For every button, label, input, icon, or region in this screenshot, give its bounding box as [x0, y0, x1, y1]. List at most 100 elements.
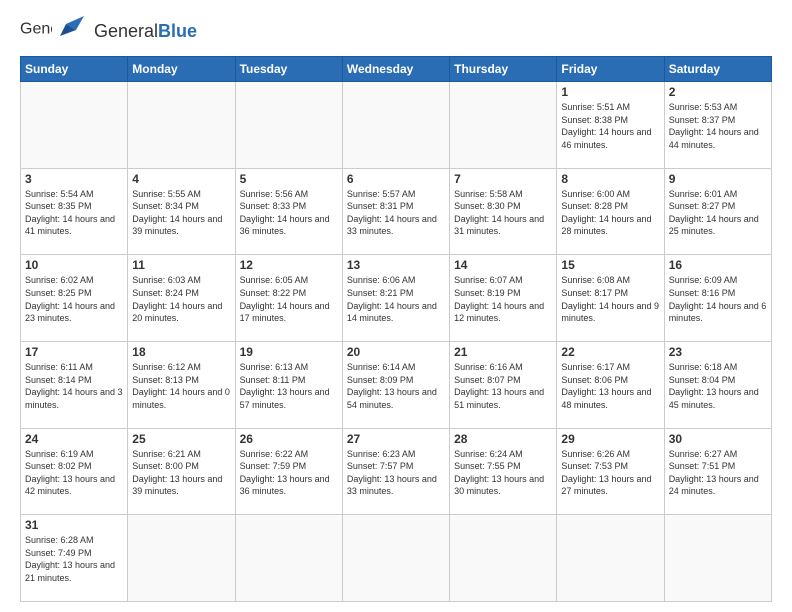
day-number: 2	[669, 85, 767, 99]
calendar-cell: 23 Sunrise: 6:18 AM Sunset: 8:04 PM Dayli…	[664, 341, 771, 428]
day-info: Sunrise: 5:55 AM Sunset: 8:34 PM Dayligh…	[132, 188, 230, 238]
calendar-week-5: 24 Sunrise: 6:19 AM Sunset: 8:02 PM Dayli…	[21, 428, 772, 515]
day-number: 13	[347, 258, 445, 272]
calendar-cell: 5 Sunrise: 5:56 AM Sunset: 8:33 PM Daylig…	[235, 168, 342, 255]
day-info: Sunrise: 6:07 AM Sunset: 8:19 PM Dayligh…	[454, 274, 552, 324]
calendar-cell: 18 Sunrise: 6:12 AM Sunset: 8:13 PM Dayli…	[128, 341, 235, 428]
calendar-cell: 17Sunrise: 6:11 AM Sunset: 8:14 PM Dayli…	[21, 341, 128, 428]
calendar-cell: 2 Sunrise: 5:53 AM Sunset: 8:37 PM Daylig…	[664, 82, 771, 169]
day-info: Sunrise: 6:19 AM Sunset: 8:02 PM Dayligh…	[25, 448, 123, 498]
calendar-week-1: 1Sunrise: 5:51 AM Sunset: 8:38 PM Daylig…	[21, 82, 772, 169]
day-number: 31	[25, 518, 123, 532]
day-info: Sunrise: 6:08 AM Sunset: 8:17 PM Dayligh…	[561, 274, 659, 324]
calendar-cell: 8 Sunrise: 6:00 AM Sunset: 8:28 PM Daylig…	[557, 168, 664, 255]
day-number: 6	[347, 172, 445, 186]
calendar-cell: 19 Sunrise: 6:13 AM Sunset: 8:11 PM Dayli…	[235, 341, 342, 428]
day-info: Sunrise: 5:58 AM Sunset: 8:30 PM Dayligh…	[454, 188, 552, 238]
calendar-cell: 3Sunrise: 5:54 AM Sunset: 8:35 PM Daylig…	[21, 168, 128, 255]
day-info: Sunrise: 6:14 AM Sunset: 8:09 PM Dayligh…	[347, 361, 445, 411]
day-number: 7	[454, 172, 552, 186]
calendar-cell: 28 Sunrise: 6:24 AM Sunset: 7:55 PM Dayli…	[450, 428, 557, 515]
calendar-cell: 20 Sunrise: 6:14 AM Sunset: 8:09 PM Dayli…	[342, 341, 449, 428]
calendar-cell	[235, 82, 342, 169]
day-number: 26	[240, 432, 338, 446]
calendar-cell: 24 Sunrise: 6:19 AM Sunset: 8:02 PM Dayli…	[21, 428, 128, 515]
day-number: 8	[561, 172, 659, 186]
calendar-cell: 10Sunrise: 6:02 AM Sunset: 8:25 PM Dayli…	[21, 255, 128, 342]
day-info: Sunrise: 6:16 AM Sunset: 8:07 PM Dayligh…	[454, 361, 552, 411]
day-number: 20	[347, 345, 445, 359]
day-info: Sunrise: 6:26 AM Sunset: 7:53 PM Dayligh…	[561, 448, 659, 498]
calendar-cell	[557, 515, 664, 602]
day-number: 12	[240, 258, 338, 272]
day-info: Sunrise: 6:09 AM Sunset: 8:16 PM Dayligh…	[669, 274, 767, 324]
day-info: Sunrise: 5:56 AM Sunset: 8:33 PM Dayligh…	[240, 188, 338, 238]
day-number: 29	[561, 432, 659, 446]
calendar-cell: 4 Sunrise: 5:55 AM Sunset: 8:34 PM Daylig…	[128, 168, 235, 255]
calendar-cell: 7 Sunrise: 5:58 AM Sunset: 8:30 PM Daylig…	[450, 168, 557, 255]
day-info: Sunrise: 5:53 AM Sunset: 8:37 PM Dayligh…	[669, 101, 767, 151]
day-number: 9	[669, 172, 767, 186]
day-number: 24	[25, 432, 123, 446]
calendar-cell: 14 Sunrise: 6:07 AM Sunset: 8:19 PM Dayli…	[450, 255, 557, 342]
calendar-cell	[342, 82, 449, 169]
day-number: 18	[132, 345, 230, 359]
day-number: 4	[132, 172, 230, 186]
calendar-cell: 16 Sunrise: 6:09 AM Sunset: 8:16 PM Dayli…	[664, 255, 771, 342]
day-number: 11	[132, 258, 230, 272]
calendar-header-row: SundayMondayTuesdayWednesdayThursdayFrid…	[21, 57, 772, 82]
day-number: 15	[561, 258, 659, 272]
calendar-cell: 25 Sunrise: 6:21 AM Sunset: 8:00 PM Dayli…	[128, 428, 235, 515]
day-number: 27	[347, 432, 445, 446]
day-info: Sunrise: 6:22 AM Sunset: 7:59 PM Dayligh…	[240, 448, 338, 498]
day-number: 28	[454, 432, 552, 446]
calendar-cell	[128, 82, 235, 169]
day-number: 23	[669, 345, 767, 359]
calendar-cell: 12 Sunrise: 6:05 AM Sunset: 8:22 PM Dayli…	[235, 255, 342, 342]
logo: General GeneralBlue	[20, 16, 197, 46]
day-number: 30	[669, 432, 767, 446]
day-info: Sunrise: 6:24 AM Sunset: 7:55 PM Dayligh…	[454, 448, 552, 498]
day-info: Sunrise: 5:51 AM Sunset: 8:38 PM Dayligh…	[561, 101, 659, 151]
calendar-week-4: 17Sunrise: 6:11 AM Sunset: 8:14 PM Dayli…	[21, 341, 772, 428]
day-number: 14	[454, 258, 552, 272]
day-number: 19	[240, 345, 338, 359]
col-header-friday: Friday	[557, 57, 664, 82]
col-header-saturday: Saturday	[664, 57, 771, 82]
day-info: Sunrise: 6:05 AM Sunset: 8:22 PM Dayligh…	[240, 274, 338, 324]
day-info: Sunrise: 6:01 AM Sunset: 8:27 PM Dayligh…	[669, 188, 767, 238]
day-number: 17	[25, 345, 123, 359]
calendar-cell	[21, 82, 128, 169]
day-number: 21	[454, 345, 552, 359]
day-number: 10	[25, 258, 123, 272]
day-info: Sunrise: 6:03 AM Sunset: 8:24 PM Dayligh…	[132, 274, 230, 324]
day-info: Sunrise: 6:13 AM Sunset: 8:11 PM Dayligh…	[240, 361, 338, 411]
day-number: 16	[669, 258, 767, 272]
col-header-sunday: Sunday	[21, 57, 128, 82]
logo-bird-icon	[56, 16, 92, 46]
calendar-header: General GeneralBlue	[20, 16, 772, 46]
day-info: Sunrise: 6:23 AM Sunset: 7:57 PM Dayligh…	[347, 448, 445, 498]
calendar-cell: 31Sunrise: 6:28 AM Sunset: 7:49 PM Dayli…	[21, 515, 128, 602]
calendar-cell: 26 Sunrise: 6:22 AM Sunset: 7:59 PM Dayli…	[235, 428, 342, 515]
day-info: Sunrise: 6:06 AM Sunset: 8:21 PM Dayligh…	[347, 274, 445, 324]
calendar-cell: 15 Sunrise: 6:08 AM Sunset: 8:17 PM Dayli…	[557, 255, 664, 342]
day-info: Sunrise: 5:57 AM Sunset: 8:31 PM Dayligh…	[347, 188, 445, 238]
day-info: Sunrise: 6:00 AM Sunset: 8:28 PM Dayligh…	[561, 188, 659, 238]
calendar-cell: 29 Sunrise: 6:26 AM Sunset: 7:53 PM Dayli…	[557, 428, 664, 515]
day-number: 3	[25, 172, 123, 186]
calendar-week-6: 31Sunrise: 6:28 AM Sunset: 7:49 PM Dayli…	[21, 515, 772, 602]
day-info: Sunrise: 6:27 AM Sunset: 7:51 PM Dayligh…	[669, 448, 767, 498]
calendar-table: SundayMondayTuesdayWednesdayThursdayFrid…	[20, 56, 772, 602]
day-number: 5	[240, 172, 338, 186]
day-info: Sunrise: 6:12 AM Sunset: 8:13 PM Dayligh…	[132, 361, 230, 411]
day-info: Sunrise: 6:21 AM Sunset: 8:00 PM Dayligh…	[132, 448, 230, 498]
day-number: 25	[132, 432, 230, 446]
col-header-thursday: Thursday	[450, 57, 557, 82]
day-info: Sunrise: 6:18 AM Sunset: 8:04 PM Dayligh…	[669, 361, 767, 411]
logo-text: GeneralBlue	[94, 21, 197, 42]
calendar-cell: 13 Sunrise: 6:06 AM Sunset: 8:21 PM Dayli…	[342, 255, 449, 342]
day-info: Sunrise: 6:17 AM Sunset: 8:06 PM Dayligh…	[561, 361, 659, 411]
day-number: 22	[561, 345, 659, 359]
calendar-cell	[342, 515, 449, 602]
